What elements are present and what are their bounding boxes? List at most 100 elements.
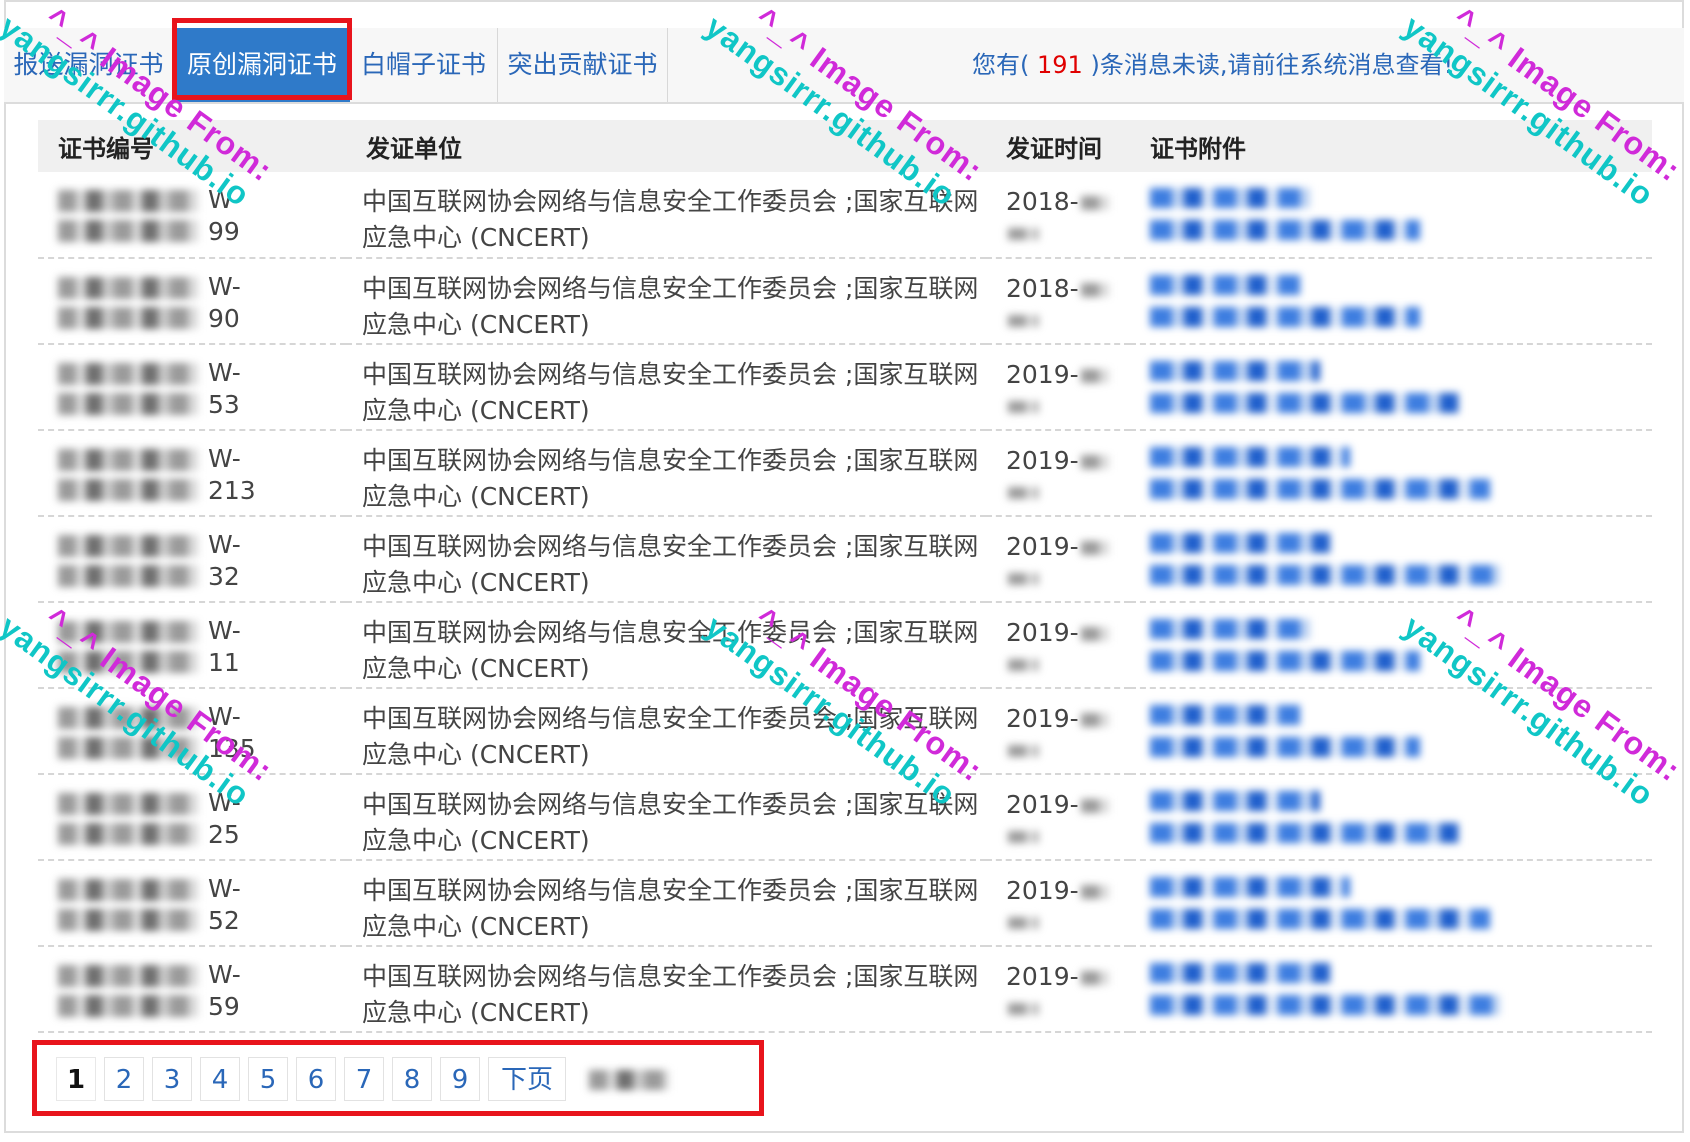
notice-suffix: )条消息未读,请前往系统消息查看! bbox=[1090, 51, 1454, 79]
page-1[interactable]: 1 bbox=[56, 1057, 96, 1101]
cert-number-cell: W- 213 bbox=[38, 430, 346, 517]
issuer-cell: 中国互联网协会网络与信息安全工作委员会 ;国家互联网 应急中心 (CNCERT) bbox=[346, 688, 986, 775]
attachment-cell[interactable] bbox=[1130, 430, 1652, 517]
redacted-attachment-link[interactable] bbox=[1150, 877, 1350, 897]
attachment-cell[interactable] bbox=[1130, 516, 1652, 603]
issuer-line-2: 应急中心 (CNCERT) bbox=[362, 482, 590, 511]
cert-number-suffix-2: 90 bbox=[208, 304, 240, 333]
cert-number-cell: W- 52 bbox=[38, 860, 346, 947]
issue-date-cell: 2019- bbox=[986, 344, 1130, 431]
redacted-attachment-link[interactable] bbox=[1150, 963, 1330, 983]
table-row: W- 99 中国互联网协会网络与信息安全工作委员会 ;国家互联网 应急中心 (CNCE… bbox=[38, 172, 1652, 259]
redacted-attachment-link[interactable] bbox=[1150, 533, 1330, 553]
cert-number-suffix-1: W- bbox=[208, 530, 241, 559]
redacted-attachment-link[interactable] bbox=[1150, 565, 1500, 585]
redacted-attachment-link[interactable] bbox=[1150, 220, 1420, 240]
redacted-date bbox=[1080, 713, 1109, 727]
issue-date: 2019- bbox=[1006, 618, 1079, 647]
cert-number-cell: W- 53 bbox=[38, 344, 346, 431]
redacted-attachment-link[interactable] bbox=[1150, 619, 1310, 639]
tab-reported-vuln-cert[interactable]: 报送漏洞证书 bbox=[4, 28, 174, 102]
cert-number-suffix-2: 52 bbox=[208, 906, 240, 935]
redacted-attachment-link[interactable] bbox=[1150, 275, 1300, 295]
redacted-date bbox=[1080, 283, 1109, 297]
issuer-cell: 中国互联网协会网络与信息安全工作委员会 ;国家互联网 应急中心 (CNCERT) bbox=[346, 258, 986, 345]
issue-date: 2019- bbox=[1006, 876, 1079, 905]
redacted-cert-number bbox=[58, 615, 208, 681]
cert-number-suffix-2: 213 bbox=[208, 476, 256, 505]
issuer-line-2: 应急中心 (CNCERT) bbox=[362, 826, 590, 855]
redacted-date-2 bbox=[1008, 917, 1038, 929]
table-row: W- 11 中国互联网协会网络与信息安全工作委员会 ;国家互联网 应急中心 (CNCE… bbox=[38, 602, 1652, 689]
issuer-line-1: 中国互联网协会网络与信息安全工作委员会 ;国家互联网 bbox=[362, 532, 979, 561]
header-cert-number: 证书编号 bbox=[38, 120, 346, 172]
redacted-attachment-link[interactable] bbox=[1150, 737, 1420, 757]
issue-date-cell: 2018- bbox=[986, 172, 1130, 259]
certificate-table: 证书编号 发证单位 发证时间 证书附件 W- 99 中国互联网协会网络与信息安全工作… bbox=[38, 120, 1652, 1033]
page-2[interactable]: 2 bbox=[104, 1057, 144, 1101]
redacted-attachment-link[interactable] bbox=[1150, 307, 1420, 327]
page-5[interactable]: 5 bbox=[248, 1057, 288, 1101]
issuer-line-1: 中国互联网协会网络与信息安全工作委员会 ;国家互联网 bbox=[362, 876, 979, 905]
issue-date: 2019- bbox=[1006, 360, 1079, 389]
attachment-cell[interactable] bbox=[1130, 774, 1652, 861]
cert-number-suffix-1: W- bbox=[208, 960, 241, 989]
unread-count: 191 bbox=[1037, 51, 1083, 79]
last-page-button-redacted[interactable] bbox=[574, 1057, 684, 1101]
redacted-date bbox=[1080, 541, 1109, 555]
page-7[interactable]: 7 bbox=[344, 1057, 384, 1101]
next-page-button[interactable]: 下页 bbox=[488, 1057, 566, 1101]
redacted-attachment-link[interactable] bbox=[1150, 479, 1490, 499]
attachment-cell[interactable] bbox=[1130, 946, 1652, 1033]
issuer-line-2: 应急中心 (CNCERT) bbox=[362, 740, 590, 769]
issuer-line-2: 应急中心 (CNCERT) bbox=[362, 998, 590, 1027]
cert-number-cell: W- 135 bbox=[38, 688, 346, 775]
tab-outstanding-contribution-cert[interactable]: 突出贡献证书 bbox=[498, 28, 668, 102]
attachment-cell[interactable] bbox=[1130, 602, 1652, 689]
page-9[interactable]: 9 bbox=[440, 1057, 480, 1101]
redacted-attachment-link[interactable] bbox=[1150, 705, 1300, 725]
redacted-attachment-link[interactable] bbox=[1150, 361, 1320, 381]
cert-number-cell: W- 11 bbox=[38, 602, 346, 689]
unread-messages-notice[interactable]: 您有( 191 )条消息未读,请前往系统消息查看! bbox=[972, 28, 1453, 102]
issue-date-cell: 2019- bbox=[986, 774, 1130, 861]
page-8[interactable]: 8 bbox=[392, 1057, 432, 1101]
redacted-date bbox=[1080, 196, 1109, 210]
cert-number-suffix-2: 53 bbox=[208, 390, 240, 419]
page-4[interactable]: 4 bbox=[200, 1057, 240, 1101]
redacted-attachment-link[interactable] bbox=[1150, 909, 1490, 929]
page-3[interactable]: 3 bbox=[152, 1057, 192, 1101]
cert-number-suffix-2: 99 bbox=[208, 217, 240, 246]
attachment-cell[interactable] bbox=[1130, 860, 1652, 947]
redacted-attachment-link[interactable] bbox=[1150, 188, 1310, 208]
pagination: 1 2 3 4 5 6 7 8 9 下页 bbox=[56, 1055, 684, 1103]
redacted-date bbox=[1080, 627, 1109, 641]
cert-number-suffix-1: W- bbox=[208, 874, 241, 903]
redacted-attachment-link[interactable] bbox=[1150, 995, 1500, 1015]
redacted-attachment-link[interactable] bbox=[1150, 393, 1460, 413]
tab-original-vuln-cert[interactable]: 原创漏洞证书 bbox=[174, 28, 350, 102]
issuer-cell: 中国互联网协会网络与信息安全工作委员会 ;国家互联网 应急中心 (CNCERT) bbox=[346, 516, 986, 603]
redacted-date-2 bbox=[1008, 487, 1038, 499]
attachment-cell[interactable] bbox=[1130, 344, 1652, 431]
issuer-line-2: 应急中心 (CNCERT) bbox=[362, 223, 590, 252]
redacted-date-2 bbox=[1008, 831, 1038, 843]
header-issuer: 发证单位 bbox=[346, 120, 986, 172]
redacted-attachment-link[interactable] bbox=[1150, 651, 1420, 671]
attachment-cell[interactable] bbox=[1130, 258, 1652, 345]
redacted-attachment-link[interactable] bbox=[1150, 447, 1350, 467]
attachment-cell[interactable] bbox=[1130, 688, 1652, 775]
redacted-attachment-link[interactable] bbox=[1150, 823, 1460, 843]
issue-date: 2019- bbox=[1006, 532, 1079, 561]
page-6[interactable]: 6 bbox=[296, 1057, 336, 1101]
attachment-cell[interactable] bbox=[1130, 172, 1652, 259]
redacted-attachment-link[interactable] bbox=[1150, 791, 1320, 811]
header-issue-date: 发证时间 bbox=[986, 120, 1130, 172]
issuer-cell: 中国互联网协会网络与信息安全工作委员会 ;国家互联网 应急中心 (CNCERT) bbox=[346, 774, 986, 861]
redacted-cert-number bbox=[58, 443, 208, 509]
issuer-cell: 中国互联网协会网络与信息安全工作委员会 ;国家互联网 应急中心 (CNCERT) bbox=[346, 430, 986, 517]
issuer-cell: 中国互联网协会网络与信息安全工作委员会 ;国家互联网 应急中心 (CNCERT) bbox=[346, 344, 986, 431]
tab-white-hat-cert[interactable]: 白帽子证书 bbox=[350, 28, 498, 102]
notice-prefix: 您有( bbox=[972, 51, 1030, 79]
issue-date: 2018- bbox=[1006, 274, 1079, 303]
